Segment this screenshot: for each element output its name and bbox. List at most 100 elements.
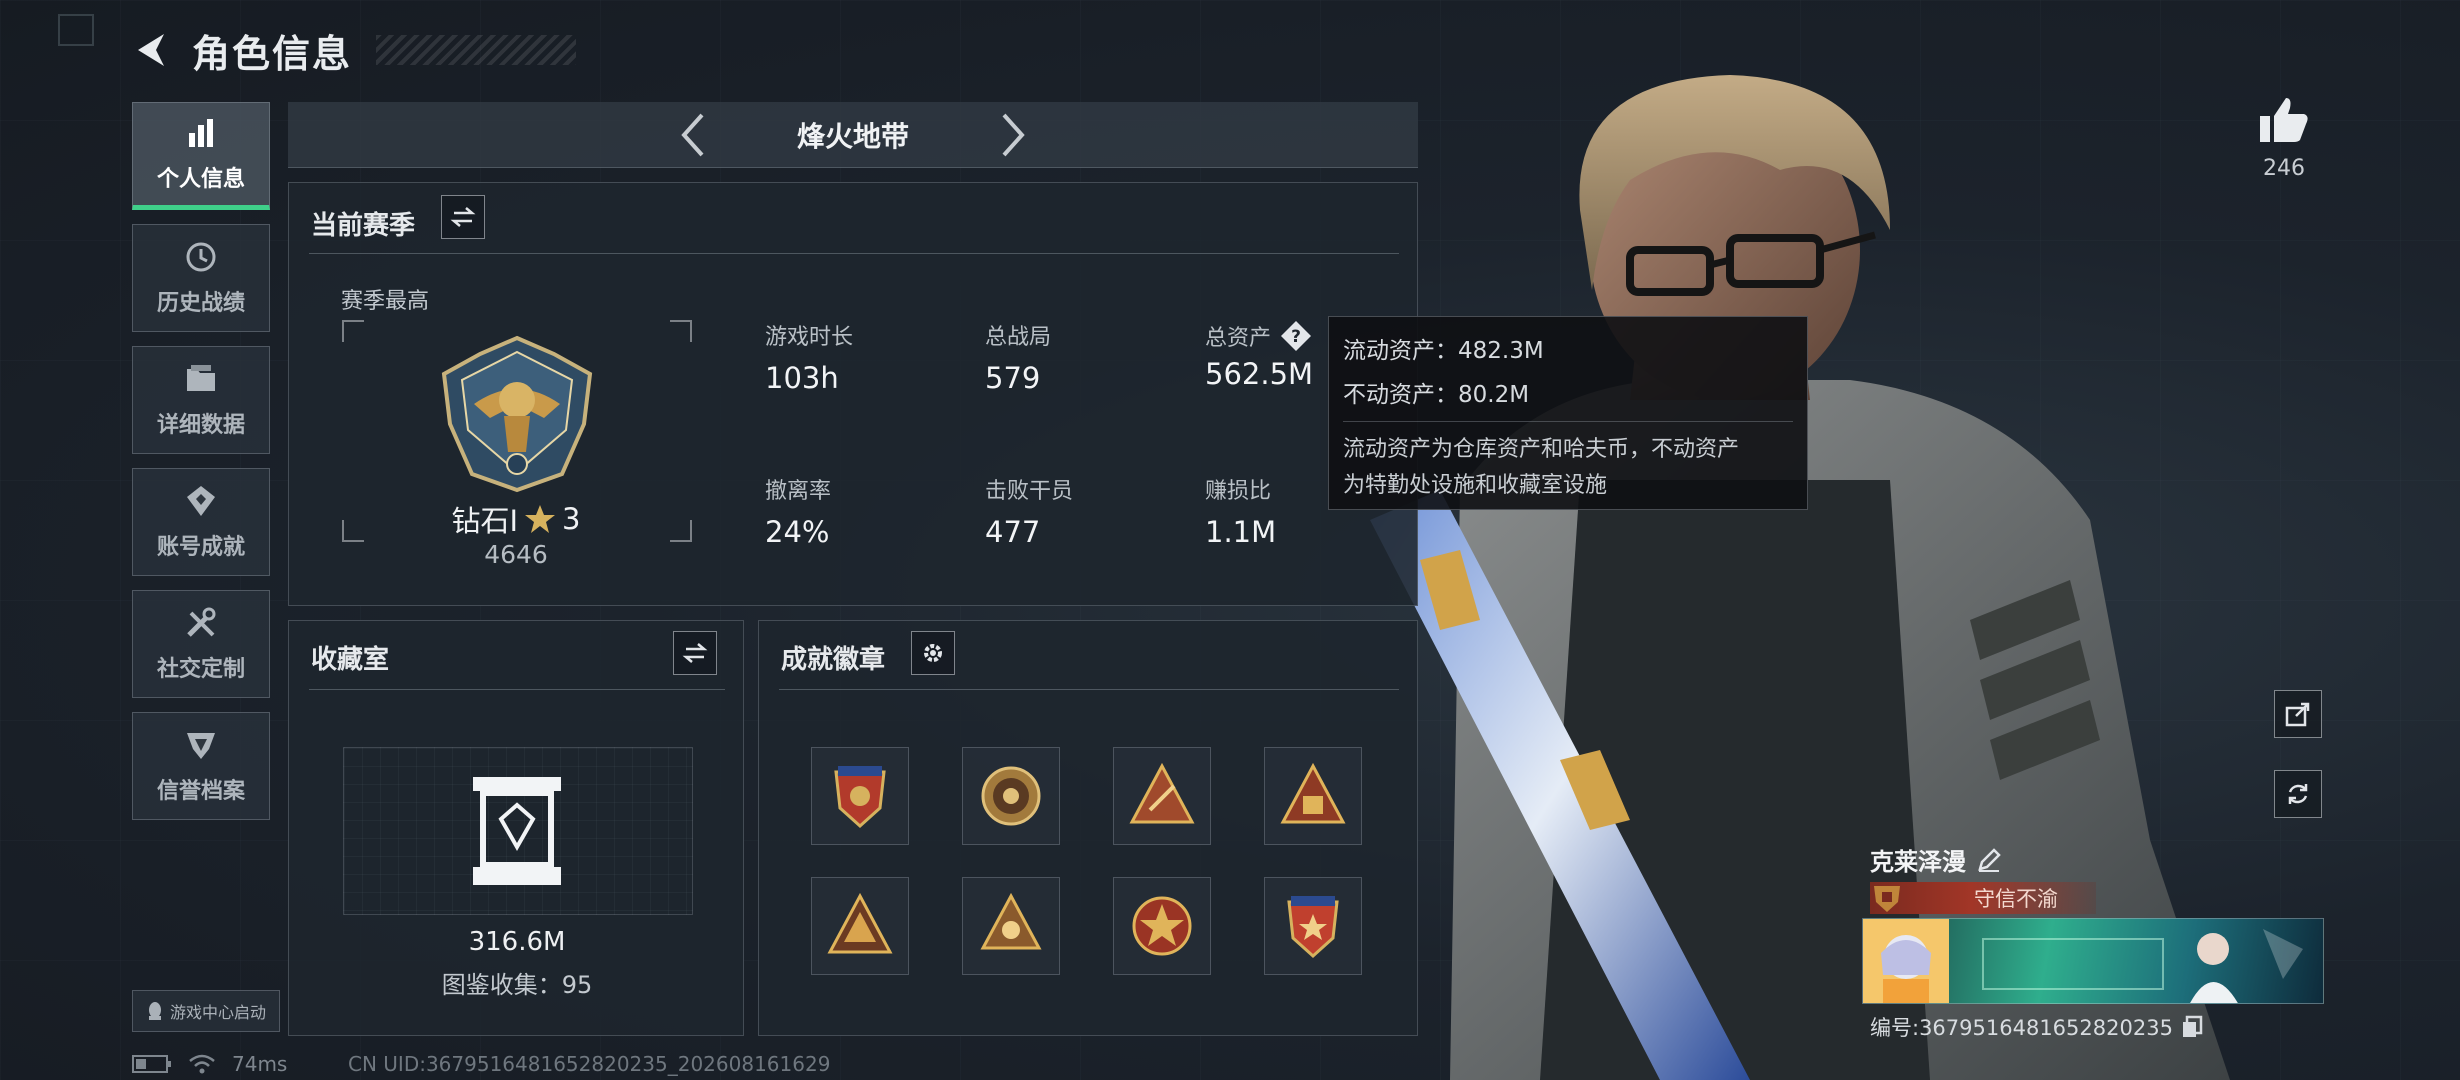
sidebar-item-history[interactable]: 历史战绩 [132, 224, 270, 332]
status-bar: 74ms [132, 1052, 287, 1076]
rank-points: 4646 [484, 540, 548, 569]
help-icon[interactable]: ? [1279, 319, 1313, 353]
red-shield-star-badge-icon [1287, 896, 1339, 959]
sidebar-item-reputation[interactable]: 信誉档案 [132, 712, 270, 820]
header: 角色信息 [130, 22, 577, 78]
next-mode-button[interactable] [983, 105, 1043, 165]
badge-slot[interactable] [811, 747, 909, 845]
display-case-icon [473, 777, 561, 885]
player-banner[interactable] [1862, 918, 2324, 1004]
round-coin-badge-icon [981, 766, 1041, 826]
stat-label: 总资产 [1205, 326, 1272, 351]
stat-total-matches: 总战局 579 [985, 319, 1051, 395]
copy-icon[interactable] [2181, 1015, 2203, 1039]
achievement-icon [187, 486, 215, 516]
player-title-text: 守信不渝 [1974, 887, 2058, 911]
game-center-label: 游戏中心启动 [169, 1003, 266, 1022]
sidebar: 个人信息 历史战绩 详细数据 账号成就 社交定制 信誉档案 [132, 102, 270, 834]
back-arrow-icon[interactable] [130, 28, 174, 72]
red-shield-badge-icon [834, 766, 886, 829]
edit-icon[interactable] [1976, 847, 2002, 873]
badges-divider [779, 689, 1399, 690]
stat-label: 撤离率 [765, 479, 832, 504]
diamond-rank-emblem-icon [441, 335, 593, 493]
badge-slot[interactable] [1113, 747, 1211, 845]
tooltip-liquid-assets: 流动资产：482.3M [1343, 338, 1544, 364]
player-id: 编号:3679516481652820235 [1870, 1016, 2173, 1040]
mode-selector: 烽火地带 [288, 102, 1418, 168]
stat-value: 103h [765, 361, 839, 395]
badge-slot[interactable] [811, 877, 909, 975]
refresh-button[interactable] [2274, 770, 2322, 818]
sidebar-item-label: 历史战绩 [156, 291, 245, 316]
collection-codex: 图鉴收集：95 [441, 971, 593, 999]
stat-value: 579 [985, 361, 1041, 395]
season-divider [309, 253, 1399, 254]
shield-icon [187, 733, 215, 759]
stat-value: 562.5M [1205, 357, 1314, 391]
sidebar-item-label: 账号成就 [156, 535, 245, 560]
tooltip-fixed-assets: 不动资产：80.2M [1343, 382, 1530, 408]
sidebar-item-personal-info[interactable]: 个人信息 [132, 102, 270, 210]
gear-icon [924, 644, 942, 662]
sidebar-item-achievements[interactable]: 账号成就 [132, 468, 270, 576]
badges-settings-button[interactable] [911, 631, 955, 675]
frame-corner [670, 320, 692, 342]
prev-mode-button[interactable] [663, 105, 723, 165]
stat-label: 总战局 [985, 325, 1052, 350]
collection-switch-button[interactable] [673, 631, 717, 675]
chevron-right-icon [1002, 113, 1025, 156]
tooltip-desc-1: 流动资产为仓库资产和哈夫币，不动资产 [1343, 437, 1740, 462]
svg-text:?: ? [1291, 327, 1301, 347]
badge-slot[interactable] [962, 877, 1060, 975]
rank-name-line: 钻石Ⅰ 3 [430, 498, 602, 540]
mode-title: 烽火地带 [796, 119, 909, 153]
folder-icon [187, 365, 215, 391]
share-button[interactable] [2274, 690, 2322, 738]
player-name-row: 克莱泽漫 [1870, 842, 2002, 877]
rank-name: 钻石Ⅰ [451, 504, 519, 538]
season-switch-button[interactable] [441, 195, 485, 239]
like-widget[interactable]: 246 [2254, 96, 2314, 181]
stat-play-time: 游戏时长 103h [765, 319, 853, 395]
triangle-fortress-badge-icon [1280, 762, 1346, 824]
swap-icon [450, 207, 476, 227]
collection-panel: 收藏室 316.6M 图鉴收集：95 [288, 620, 744, 1036]
frame-corner [670, 520, 692, 542]
sidebar-item-label: 详细数据 [156, 413, 245, 438]
ping-value: 74ms [232, 1052, 288, 1076]
tooltip-divider [1343, 421, 1793, 422]
sidebar-item-label: 社交定制 [156, 657, 245, 682]
game-center-button[interactable]: 游戏中心启动 [132, 990, 280, 1032]
player-title-badge: 守信不渝 [1870, 882, 2096, 914]
thumbs-up-icon [2260, 98, 2308, 142]
page-title: 角色信息 [192, 31, 353, 76]
player-name: 克莱泽漫 [1870, 848, 1966, 876]
stat-total-assets: 总资产 ? 562.5M [1205, 319, 1313, 391]
share-icon [2285, 702, 2310, 727]
stat-profit-ratio: 赚损比 1.1M [1205, 473, 1276, 549]
history-icon [186, 242, 216, 272]
badge-slot[interactable] [1113, 877, 1211, 975]
collection-value: 316.6M [468, 927, 566, 957]
badge-slot[interactable] [1264, 877, 1362, 975]
stat-value: 1.1M [1205, 515, 1277, 549]
assets-tooltip: 流动资产：482.3M 不动资产：80.2M 流动资产为仓库资产和哈夫币，不动资… [1328, 316, 1808, 510]
badge-slot[interactable] [1264, 747, 1362, 845]
player-id-row: 编号:3679516481652820235 [1870, 1012, 2203, 1042]
stat-kills: 击败干员 477 [985, 473, 1073, 549]
stat-value: 477 [985, 515, 1041, 549]
swap-icon [682, 643, 708, 663]
wifi-icon [189, 1054, 215, 1074]
uid-line: CN UID:3679516481652820235_202608161629 [348, 1052, 831, 1076]
badge-slot[interactable] [962, 747, 1060, 845]
tooltip-desc-2: 为特勤处设施和收藏室设施 [1343, 473, 1608, 498]
qq-icon [148, 1002, 161, 1020]
sidebar-item-detailed-data[interactable]: 详细数据 [132, 346, 270, 454]
like-count: 246 [2263, 156, 2305, 181]
sidebar-item-social[interactable]: 社交定制 [132, 590, 270, 698]
chevron-left-icon [681, 113, 704, 156]
badges-panel: 成就徽章 [758, 620, 1418, 1036]
season-title: 当前赛季 [311, 211, 416, 241]
corner-decoration [58, 14, 94, 46]
